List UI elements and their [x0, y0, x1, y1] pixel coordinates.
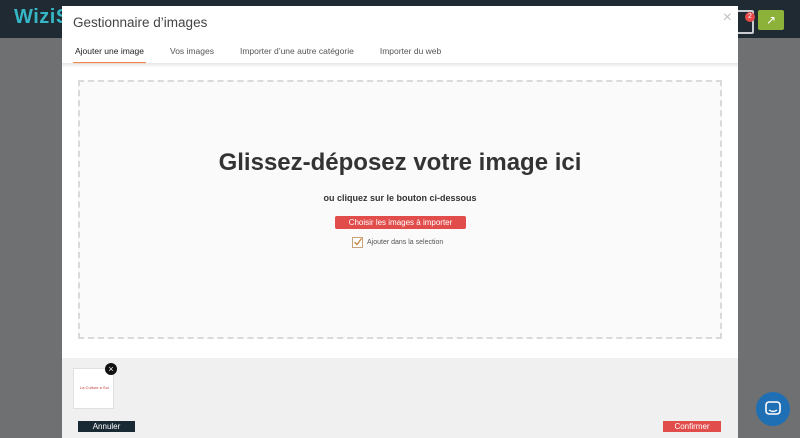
- tab-add-image[interactable]: Ajouter une image: [73, 44, 146, 64]
- image-manager-modal: Gestionnaire d’images × Ajouter une imag…: [62, 6, 738, 438]
- modal-title: Gestionnaire d’images: [73, 15, 208, 30]
- cart-count-badge: 2: [745, 12, 755, 22]
- dropzone-title: Glissez-déposez votre image ici: [218, 149, 582, 176]
- add-to-selection-checkbox[interactable]: [352, 237, 363, 248]
- thumbnail-logo: La Culture à Soi: [80, 385, 109, 390]
- image-dropzone[interactable]: Glissez-déposez votre image ici ou cliqu…: [78, 80, 722, 339]
- remove-image-icon[interactable]: ×: [105, 363, 117, 375]
- close-icon[interactable]: ×: [723, 9, 732, 27]
- add-to-selection-row: Ajouter dans la selection: [352, 237, 443, 248]
- dropzone-subtitle: ou cliquez sur le bouton ci-dessous: [323, 193, 477, 203]
- chat-icon[interactable]: [756, 392, 790, 426]
- tab-your-images[interactable]: Vos images: [168, 44, 216, 64]
- tab-import-web[interactable]: Importer du web: [378, 44, 443, 64]
- external-link-icon[interactable]: ↗: [758, 10, 784, 30]
- add-to-selection-label: Ajouter dans la selection: [367, 239, 444, 246]
- cancel-button[interactable]: Annuler: [78, 421, 135, 432]
- tabs: Ajouter une image Vos images Importer d’…: [73, 44, 465, 64]
- modal-footer: La Culture à Soi × Annuler Confirmer: [62, 358, 738, 438]
- checkmark-icon: [354, 238, 363, 246]
- confirm-button[interactable]: Confirmer: [663, 421, 721, 432]
- tabs-divider: [62, 63, 738, 68]
- choose-images-button[interactable]: Choisir les images à importer: [335, 216, 466, 229]
- tab-import-other-category[interactable]: Importer d’une autre catégorie: [238, 44, 356, 64]
